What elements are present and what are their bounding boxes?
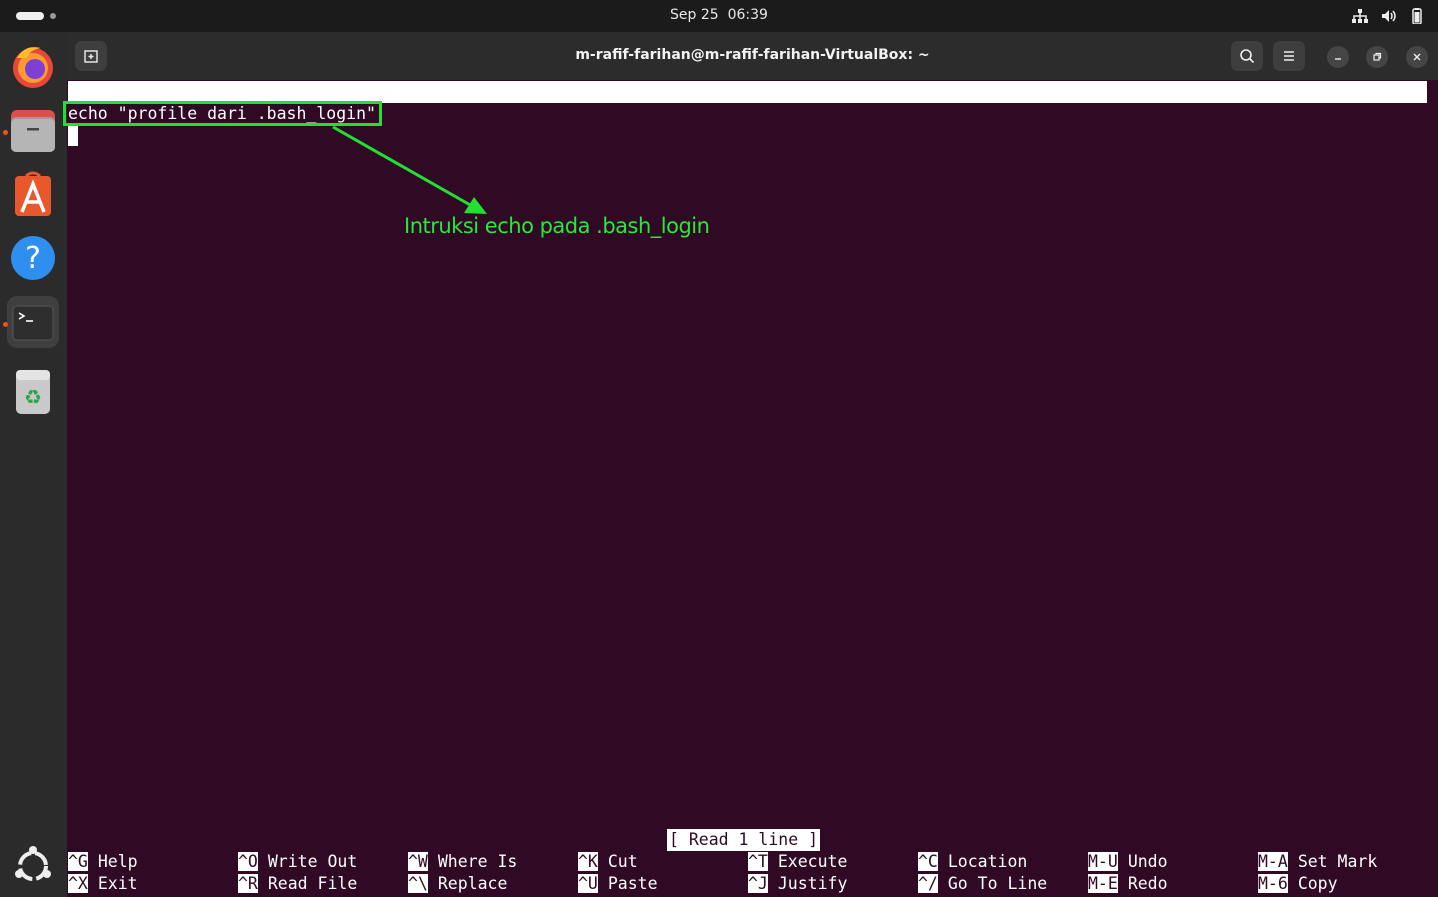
shortcut-label: Execute <box>777 852 848 871</box>
shortcut-location[interactable]: ^C Location <box>918 851 1027 873</box>
shortcut-key: ^C <box>918 852 938 871</box>
workspace-indicator[interactable] <box>50 13 56 19</box>
terminal-headerbar: m-rafif-farihan@m-rafif-farihan-VirtualB… <box>67 32 1438 80</box>
terminal-icon[interactable] <box>7 296 59 348</box>
shortcut-paste[interactable]: ^U Paste <box>578 873 658 895</box>
nano-titlebar: GNU nano 7.2 .bash_login <box>68 81 1427 145</box>
trash-icon[interactable]: ♻ <box>7 366 59 418</box>
shortcut-key: ^T <box>748 852 768 871</box>
nano-filename: .bash_login <box>719 126 829 145</box>
hamburger-icon <box>1284 51 1294 61</box>
svg-text:?: ? <box>25 241 41 276</box>
shortcut-undo[interactable]: M-U Undo <box>1088 851 1168 873</box>
minimize-button[interactable] <box>1327 46 1349 68</box>
battery-icon[interactable] <box>1408 8 1426 25</box>
shortcut-key: M-6 <box>1258 874 1288 893</box>
shortcut-key: ^G <box>68 852 88 871</box>
shortcut-go-to-line[interactable]: ^/ Go To Line <box>918 873 1047 895</box>
shortcut-key: ^U <box>578 874 598 893</box>
time-text: 06:39 <box>727 7 768 23</box>
shortcut-read-file[interactable]: ^R Read File <box>238 873 357 895</box>
shortcut-label: Help <box>97 852 138 871</box>
shortcut-justify[interactable]: ^J Justify <box>748 873 847 895</box>
shortcut-label: Justify <box>777 874 848 893</box>
terminal-view[interactable]: GNU nano 7.2 .bash_login echo "profile d… <box>67 80 1438 897</box>
network-icon[interactable] <box>1351 8 1369 24</box>
workspace-indicator-active[interactable] <box>16 12 44 20</box>
new-tab-icon <box>84 50 98 63</box>
shortcut-label: Go To Line <box>947 874 1048 893</box>
shortcut-label: Read File <box>267 874 358 893</box>
shortcut-copy[interactable]: M-6 Copy <box>1258 873 1338 895</box>
date-text: Sep 25 <box>670 7 719 23</box>
show-apps-icon[interactable] <box>7 838 59 890</box>
restore-button[interactable] <box>1366 46 1388 68</box>
minimize-icon <box>1335 58 1341 60</box>
shortcut-key: ^\ <box>408 874 428 893</box>
shortcut-key: ^/ <box>918 874 938 893</box>
app-center-icon[interactable] <box>7 168 59 220</box>
shortcut-replace[interactable]: ^\ Replace <box>408 873 507 895</box>
help-icon[interactable]: ? <box>7 232 59 284</box>
shortcut-key: M-E <box>1088 874 1118 893</box>
status-message: [ Read 1 line ] <box>667 829 821 851</box>
shortcut-write-out[interactable]: ^O Write Out <box>238 851 357 873</box>
shortcut-label: Write Out <box>267 852 358 871</box>
shortcut-cut[interactable]: ^K Cut <box>578 851 638 873</box>
files-icon[interactable] <box>7 104 59 156</box>
shortcut-label: Where Is <box>437 852 518 871</box>
shortcut-key: ^W <box>408 852 428 871</box>
restore-icon <box>1373 52 1382 61</box>
menu-button[interactable] <box>1273 41 1305 71</box>
shortcut-label: Paste <box>607 874 658 893</box>
shortcut-label: Replace <box>437 874 508 893</box>
close-button[interactable] <box>1406 46 1428 68</box>
close-icon <box>1413 53 1421 61</box>
search-button[interactable] <box>1231 41 1263 71</box>
shortcut-key: ^X <box>68 874 88 893</box>
shortcut-exit[interactable]: ^X Exit <box>68 873 138 895</box>
new-tab-button[interactable] <box>75 41 107 71</box>
shortcut-where-is[interactable]: ^W Where Is <box>408 851 517 873</box>
shortcut-label: Undo <box>1127 852 1168 871</box>
shortcut-key: ^R <box>238 874 258 893</box>
shortcut-label: Location <box>947 852 1028 871</box>
shortcut-label: Copy <box>1297 874 1338 893</box>
text-cursor <box>68 126 78 146</box>
shortcut-execute[interactable]: ^T Execute <box>748 851 847 873</box>
firefox-icon[interactable] <box>7 40 59 92</box>
shortcut-label: Exit <box>97 874 138 893</box>
svg-text:♻: ♻ <box>24 385 42 409</box>
shortcut-set-mark[interactable]: M-A Set Mark <box>1258 851 1377 873</box>
volume-icon[interactable] <box>1380 8 1398 24</box>
annotation-highlight-box <box>63 101 382 126</box>
shortcut-label: Redo <box>1127 874 1168 893</box>
search-icon <box>1240 49 1255 64</box>
shortcut-help[interactable]: ^G Help <box>68 851 138 873</box>
shortcut-key: M-U <box>1088 852 1118 871</box>
shortcut-key: M-A <box>1258 852 1288 871</box>
shortcut-key: ^J <box>748 874 768 893</box>
clock: Sep 25 06:39 <box>0 7 1438 23</box>
running-indicator <box>3 322 8 327</box>
shortcut-key: ^O <box>238 852 258 871</box>
shortcut-label: Cut <box>607 852 638 871</box>
dock: ? ♻ <box>0 32 67 897</box>
annotation-text: Intruksi echo pada .bash_login <box>404 214 710 238</box>
clock-button[interactable]: Sep 25 06:39 <box>670 7 768 23</box>
shortcut-redo[interactable]: M-E Redo <box>1088 873 1168 895</box>
shortcut-key: ^K <box>578 852 598 871</box>
top-bar: Sep 25 06:39 <box>0 0 1438 32</box>
shortcut-label: Set Mark <box>1297 852 1378 871</box>
